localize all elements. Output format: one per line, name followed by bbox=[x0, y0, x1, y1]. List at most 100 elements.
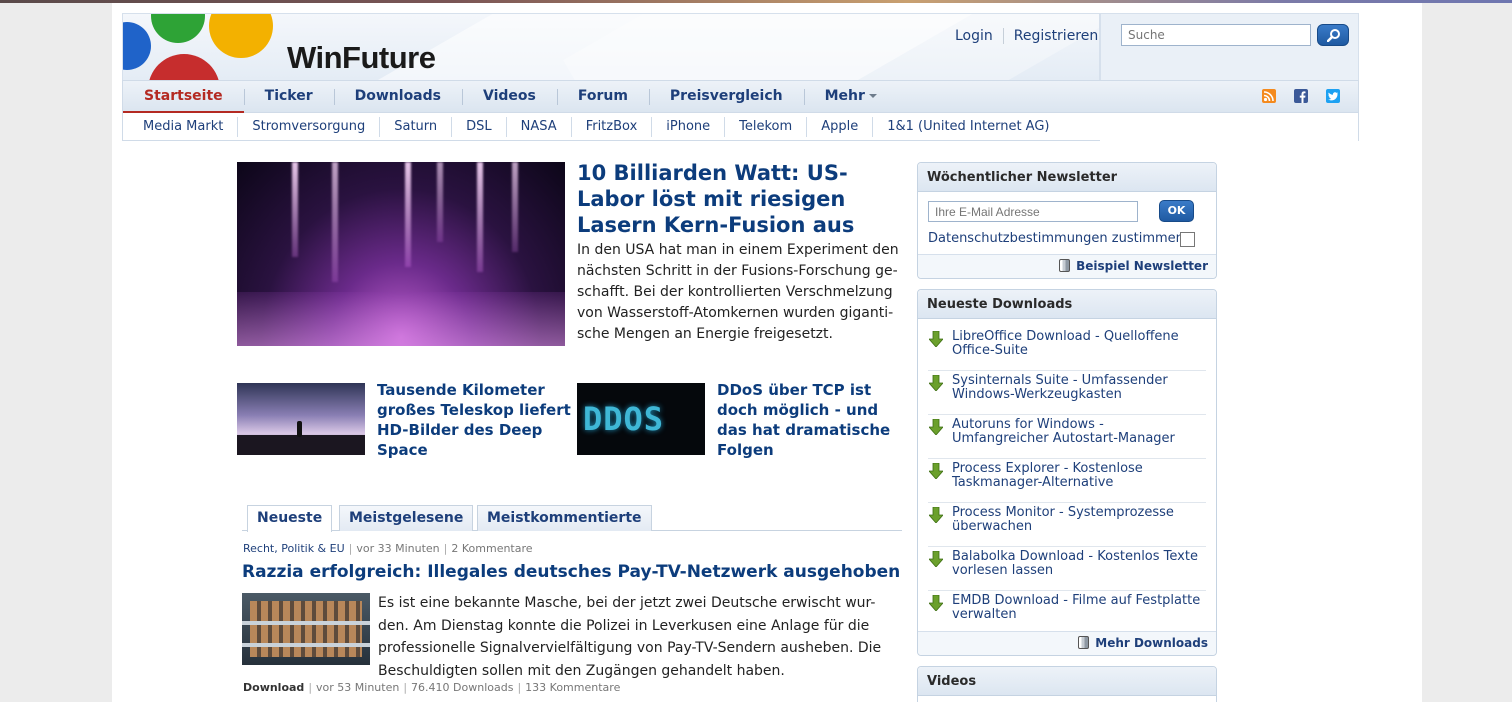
article-comments[interactable]: 2 Kommentare bbox=[451, 542, 532, 555]
nav-videos[interactable]: Videos bbox=[461, 81, 557, 112]
teaser-image-telescope[interactable] bbox=[237, 383, 365, 455]
article-title[interactable]: Razzia erfolgreich: Illegales deutsches … bbox=[242, 562, 900, 582]
article-tabs: Neueste Meistgelesene Meistkommentierte bbox=[242, 505, 902, 532]
chevron-down-icon bbox=[868, 94, 877, 98]
download-item[interactable]: EMDB Download - Filme auf Festplatte ver… bbox=[928, 591, 1206, 635]
nav-startseite[interactable]: Startseite bbox=[123, 81, 244, 114]
logo-circle-blue bbox=[123, 22, 151, 70]
social-links bbox=[1262, 89, 1340, 103]
hero-image[interactable] bbox=[237, 162, 565, 346]
downloads-title: Neueste Downloads bbox=[918, 290, 1216, 319]
subnav-dsl[interactable]: DSL bbox=[451, 113, 506, 140]
hero-title[interactable]: 10 Billiarden Watt: US-Labor löst mit ri… bbox=[577, 160, 912, 238]
download-item[interactable]: Process Monitor - Systemprozesse überwac… bbox=[928, 503, 1206, 547]
subnav-fritzbox[interactable]: FritzBox bbox=[570, 113, 652, 140]
subnav-apple[interactable]: Apple bbox=[806, 113, 872, 140]
download-arrow-icon bbox=[929, 595, 943, 611]
download-comments[interactable]: 133 Kommentare bbox=[525, 681, 620, 694]
videos-title: Videos bbox=[918, 667, 1216, 696]
download-item-label: LibreOffice Download - Quelloffene Offic… bbox=[952, 329, 1179, 358]
subnav-iphone[interactable]: iPhone bbox=[651, 113, 724, 140]
twitter-icon[interactable] bbox=[1326, 89, 1340, 103]
page-margin-left bbox=[0, 3, 112, 702]
consent-label: Datenschutzbestimmungen zustimmen bbox=[928, 231, 1184, 246]
example-newsletter-label: Beispiel Newsletter bbox=[1076, 259, 1208, 273]
download-arrow-icon bbox=[929, 463, 943, 479]
newsletter-box: Wöchentlicher Newsletter OK Datenschutzb… bbox=[917, 162, 1217, 279]
logo-circle-yellow bbox=[209, 14, 273, 58]
more-downloads-link[interactable]: Mehr Downloads bbox=[918, 631, 1216, 655]
document-icon bbox=[1059, 259, 1071, 272]
email-field[interactable] bbox=[928, 201, 1138, 222]
newsletter-ok-button[interactable]: OK bbox=[1159, 200, 1194, 222]
tab-meistgelesene[interactable]: Meistgelesene bbox=[339, 505, 474, 531]
article-category[interactable]: Recht, Politik & EU bbox=[243, 542, 345, 555]
subnav-nasa[interactable]: NASA bbox=[505, 113, 571, 140]
search-button[interactable] bbox=[1317, 24, 1349, 46]
consent-checkbox[interactable] bbox=[1180, 232, 1195, 247]
more-downloads-label: Mehr Downloads bbox=[1095, 636, 1208, 650]
teaser-title-telescope[interactable]: Tausende Kilometer großes Teleskop liefe… bbox=[377, 380, 572, 460]
example-newsletter-link[interactable]: Beispiel Newsletter bbox=[918, 254, 1216, 278]
download-count: 76.410 Downloads bbox=[411, 681, 514, 694]
hero-text: In den USA hat man in einem Experiment d… bbox=[577, 242, 899, 342]
download-item-label: Process Monitor - Systemprozesse überwac… bbox=[952, 505, 1174, 534]
nav-forum[interactable]: Forum bbox=[556, 81, 649, 112]
download-arrow-icon bbox=[929, 375, 943, 391]
main-nav: Startseite Ticker Downloads Videos Forum… bbox=[122, 80, 1359, 114]
search-input[interactable] bbox=[1121, 24, 1311, 46]
download-item-label: Balabolka Download - Kostenlos Texte vor… bbox=[952, 549, 1198, 578]
sub-nav-spacer bbox=[1100, 113, 1359, 141]
logo-circle-green bbox=[151, 14, 205, 43]
download-item[interactable]: LibreOffice Download - Quelloffene Offic… bbox=[928, 327, 1206, 371]
subnav-telekom[interactable]: Telekom bbox=[724, 113, 806, 140]
subnav-media-markt[interactable]: Media Markt bbox=[123, 113, 237, 140]
download-item[interactable]: Process Explorer - Kostenlose Taskmanage… bbox=[928, 459, 1206, 503]
nav-downloads[interactable]: Downloads bbox=[333, 81, 462, 112]
download-arrow-icon bbox=[929, 507, 943, 523]
downloads-box: Neueste Downloads LibreOffice Download -… bbox=[917, 289, 1217, 656]
tab-neueste[interactable]: Neueste bbox=[247, 505, 333, 532]
subnav-saturn[interactable]: Saturn bbox=[379, 113, 451, 140]
sub-nav: Media Markt Stromversorgung Saturn DSL N… bbox=[122, 113, 1100, 141]
register-link[interactable]: Registrieren bbox=[1002, 28, 1099, 44]
teaser-image-ddos[interactable]: DDOS bbox=[577, 383, 705, 455]
newsletter-title: Wöchentlicher Newsletter bbox=[918, 163, 1216, 192]
header: WinFuture Login Registrieren Startseite … bbox=[122, 13, 1359, 141]
download-item[interactable]: Sysinternals Suite - Umfassender Windows… bbox=[928, 371, 1206, 415]
download-category[interactable]: Download bbox=[243, 681, 304, 694]
article-time: vor 33 Minuten bbox=[356, 542, 440, 555]
subnav-united-internet[interactable]: 1&1 (United Internet AG) bbox=[872, 113, 1063, 140]
nav-preisvergleich[interactable]: Preisvergleich bbox=[648, 81, 804, 112]
videos-box: Videos bbox=[917, 666, 1217, 702]
ddos-image-text: DDOS bbox=[583, 400, 665, 438]
page: WinFuture Login Registrieren Startseite … bbox=[112, 3, 1422, 702]
download-item[interactable]: Autoruns for Windows - Umfangreicher Aut… bbox=[928, 415, 1206, 459]
logo-circle-red bbox=[148, 54, 220, 80]
tab-meistkommentierte[interactable]: Meistkommentierte bbox=[477, 505, 652, 531]
nav-mehr-label: Mehr bbox=[824, 88, 865, 104]
download-arrow-icon bbox=[929, 419, 943, 435]
subnav-stromversorgung[interactable]: Stromversorgung bbox=[237, 113, 379, 140]
nav-ticker[interactable]: Ticker bbox=[243, 81, 334, 112]
download-arrow-icon bbox=[929, 331, 943, 347]
download-time: vor 53 Minuten bbox=[316, 681, 400, 694]
download-meta: Download | vor 53 Minuten | 76.410 Downloads… bbox=[243, 681, 621, 694]
search-area bbox=[1100, 13, 1359, 80]
teaser-title-ddos[interactable]: DDoS über TCP ist doch möglich - und das… bbox=[717, 380, 912, 460]
document-icon bbox=[1078, 636, 1090, 649]
page-margin-right bbox=[1422, 3, 1512, 702]
facebook-icon[interactable] bbox=[1294, 89, 1308, 103]
nav-mehr[interactable]: Mehr bbox=[803, 81, 898, 112]
article-text: Es ist eine bekannte Masche, bei der jet… bbox=[378, 595, 882, 679]
download-item[interactable]: Balabolka Download - Kostenlos Texte vor… bbox=[928, 547, 1206, 591]
login-link[interactable]: Login bbox=[945, 28, 1003, 44]
download-item-label: Process Explorer - Kostenlose Taskmanage… bbox=[952, 461, 1143, 490]
rss-icon[interactable] bbox=[1262, 89, 1276, 103]
auth-links: Login Registrieren bbox=[945, 28, 1099, 44]
article-meta: Recht, Politik & EU | vor 33 Minuten | 2 Kom… bbox=[243, 542, 533, 555]
article-image[interactable] bbox=[242, 593, 370, 665]
download-item-label: Autoruns for Windows - Umfangreicher Aut… bbox=[952, 417, 1175, 446]
download-item-label: Sysinternals Suite - Umfassender Windows… bbox=[952, 373, 1168, 402]
site-logo[interactable]: WinFuture bbox=[287, 40, 436, 76]
